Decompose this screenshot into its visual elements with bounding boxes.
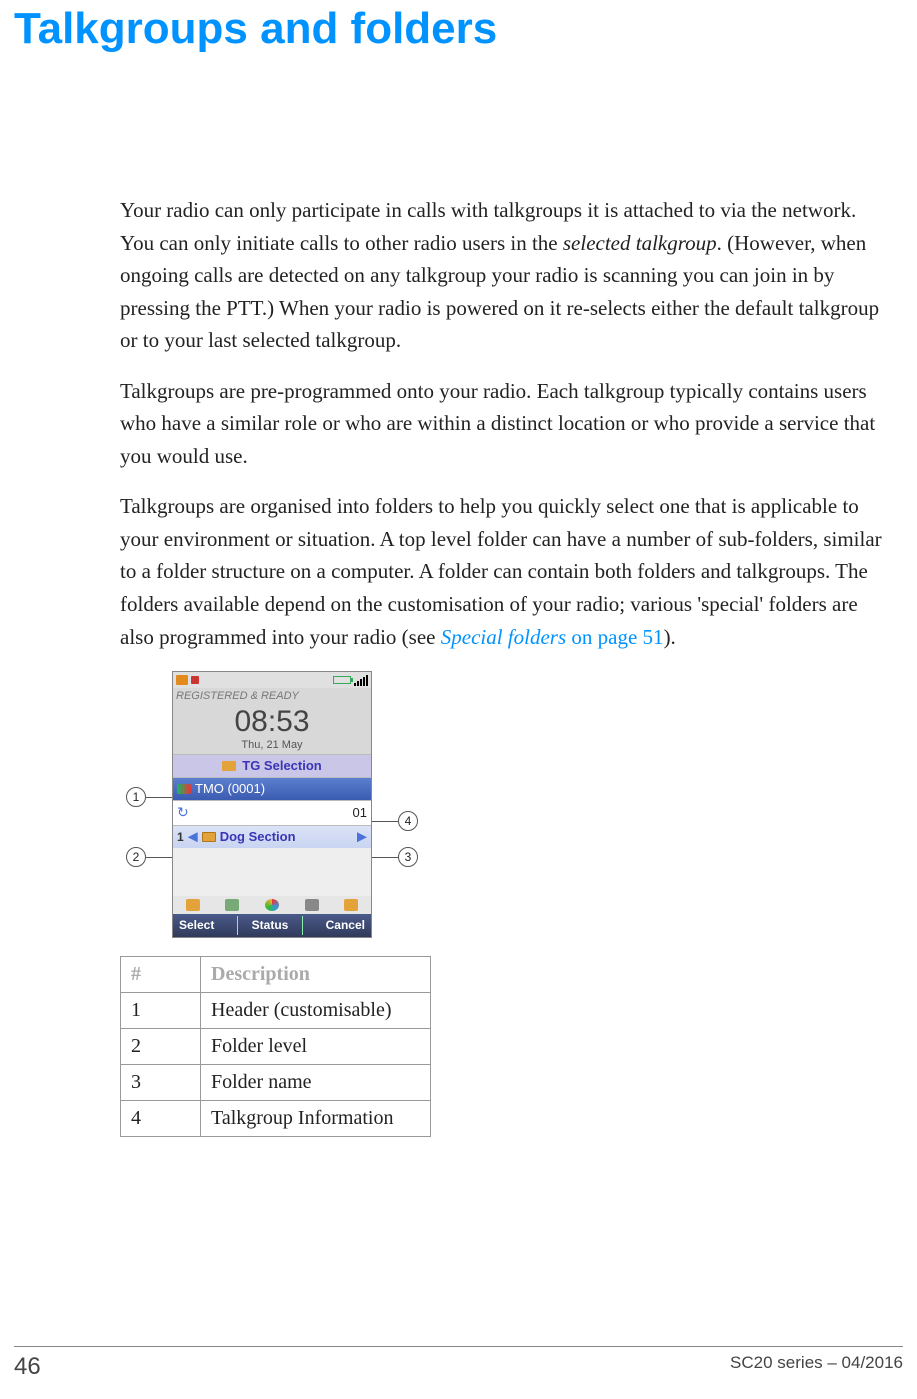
softkey-status[interactable]: Status: [237, 916, 304, 935]
folder-level-number: 1: [177, 828, 184, 847]
settings-icon[interactable]: [305, 899, 319, 911]
icon-tray: [173, 896, 371, 914]
paragraph-2: Talkgroups are pre-programmed onto your …: [120, 375, 888, 473]
folder-open-icon: [202, 832, 216, 842]
callout-1: 1: [126, 787, 146, 807]
battery-icon: [333, 676, 351, 684]
description-table: # Description 1Header (customisable) 2Fo…: [120, 956, 431, 1137]
tg-selection-label: TG Selection: [242, 756, 321, 776]
p1-italic: selected talkgroup: [563, 231, 717, 255]
folder-icon: [222, 761, 236, 771]
th-description: Description: [201, 956, 431, 992]
page-footer: 46 SC20 series – 04/2016: [14, 1346, 903, 1381]
registered-label: REGISTERED & READY: [173, 688, 371, 705]
signal-icon: [354, 675, 368, 686]
paragraph-3: Talkgroups are organised into folders to…: [120, 490, 888, 653]
date-label: Thu, 21 May: [173, 737, 371, 754]
user-icon[interactable]: [344, 899, 358, 911]
tg-selection-header: TG Selection: [173, 754, 371, 777]
radio-screen: REGISTERED & READY 08:53 Thu, 21 May TG …: [172, 671, 372, 938]
arrow-left-icon: [188, 832, 198, 842]
arrow-right-icon: [357, 832, 367, 842]
body-content: Your radio can only participate in calls…: [0, 54, 898, 1137]
cell-desc: Folder level: [201, 1028, 431, 1064]
tmo-number: 01: [353, 803, 367, 823]
callout-3: 3: [398, 847, 418, 867]
table-row: 4Talkgroup Information: [121, 1100, 431, 1136]
softkey-bar: Select Status Cancel: [173, 914, 371, 937]
softkey-select[interactable]: Select: [179, 916, 214, 935]
special-folders-link[interactable]: Special folders: [441, 625, 566, 649]
th-number: #: [121, 956, 201, 992]
page-title: Talkgroups and folders: [0, 0, 917, 54]
cell-desc: Talkgroup Information: [201, 1100, 431, 1136]
screenshot-figure: 1 2 REGISTERED & READY 08:53 Thu, 21 May: [120, 671, 888, 938]
table-row: 2Folder level: [121, 1028, 431, 1064]
table-row: 3Folder name: [121, 1064, 431, 1100]
special-folders-link-page[interactable]: on page 51: [566, 625, 663, 649]
tmo-sub-row: ↻ 01: [173, 800, 371, 825]
folder-row[interactable]: 1 Dog Section: [173, 825, 371, 848]
status-bar: [173, 672, 371, 688]
clock: 08:53: [173, 705, 371, 737]
callout-4: 4: [398, 811, 418, 831]
contacts-icon[interactable]: [225, 899, 239, 911]
page-number: 46: [14, 1353, 41, 1381]
envelope-icon: [176, 675, 188, 685]
doc-id: SC20 series – 04/2016: [730, 1353, 903, 1381]
softkey-cancel[interactable]: Cancel: [326, 916, 365, 935]
p3-end: ).: [664, 625, 676, 649]
tmo-row[interactable]: TMO (0001): [173, 777, 371, 800]
cell-num: 4: [121, 1100, 201, 1136]
cell-num: 2: [121, 1028, 201, 1064]
apps-icon[interactable]: [265, 899, 279, 911]
cell-desc: Header (customisable): [201, 992, 431, 1028]
table-row: 1Header (customisable): [121, 992, 431, 1028]
cell-desc: Folder name: [201, 1064, 431, 1100]
callout-2: 2: [126, 847, 146, 867]
folder-name-label: Dog Section: [220, 827, 296, 847]
paragraph-1: Your radio can only participate in calls…: [120, 194, 888, 357]
tmo-label: TMO (0001): [195, 779, 265, 799]
people-icon: [177, 784, 191, 794]
alert-icon: [191, 676, 199, 684]
cell-num: 1: [121, 992, 201, 1028]
mail-icon[interactable]: [186, 899, 200, 911]
cell-num: 3: [121, 1064, 201, 1100]
